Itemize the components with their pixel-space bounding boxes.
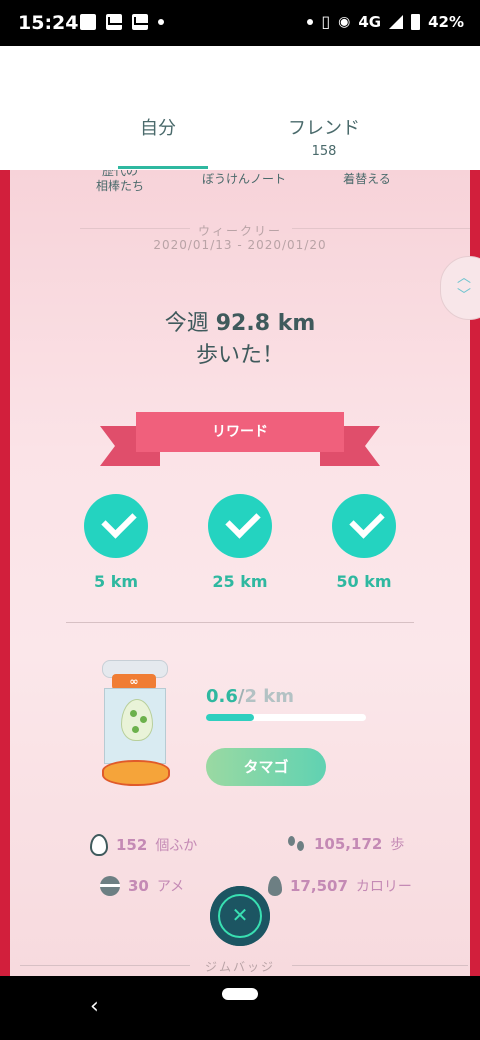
hatched-unit: 個ふか [155, 838, 198, 854]
back-icon[interactable]: ‹ [90, 994, 99, 1019]
headline-prefix: 今週 [164, 311, 209, 336]
profile-header: 自分 フレンド 158 [0, 46, 480, 170]
milestone-distance: 25 km [212, 572, 268, 591]
system-icons: ▯ ◉ 4G 42% [307, 12, 464, 31]
steps-count: 105,172 [314, 835, 383, 853]
calories-unit: カロリー [355, 879, 412, 895]
weekly-distance: 92.8 km [215, 311, 316, 336]
navigation-bar: ‹ [0, 976, 480, 1040]
image-icon [80, 14, 96, 30]
incubator-base [102, 760, 170, 786]
candy-count: 30 [128, 877, 149, 895]
footprints-icon [286, 834, 306, 854]
home-pill-icon[interactable] [222, 988, 258, 1000]
vibrate-icon: ▯ [321, 12, 331, 31]
weekly-headline: 今週 92.8 km 歩いた！ [10, 308, 470, 372]
mail-icon [132, 14, 148, 30]
gym-badges-label: ジムバッジ [204, 960, 275, 974]
candy-icon [100, 876, 120, 896]
more-notifications-icon [158, 19, 164, 25]
egg-walked: 0.6 [206, 686, 238, 707]
weekly-label: ウィークリー [197, 224, 282, 238]
reward-milestone[interactable]: 50 km [324, 494, 404, 591]
egg-goal: 2 km [244, 686, 294, 707]
close-icon: ✕ [218, 894, 262, 938]
hatched-count: 152 [116, 836, 148, 854]
notification-icons [80, 14, 164, 30]
stat-hatched: 152 個ふか [90, 834, 197, 856]
mail-icon [106, 14, 122, 30]
status-time: 15:24 [18, 12, 79, 34]
battery-icon [411, 13, 421, 30]
egg-progress-fill [206, 714, 254, 721]
milestone-distance: 50 km [336, 572, 392, 591]
calories-count: 17,507 [290, 877, 348, 895]
reward-milestone[interactable]: 25 km [200, 494, 280, 591]
journal-link[interactable]: ぼうけんノート [194, 172, 294, 187]
incubator-icon[interactable]: ∞ [102, 660, 170, 786]
tab-friends[interactable]: フレンド 158 [272, 114, 376, 159]
stat-candy: 30 アメ [100, 876, 184, 896]
status-bar: 15:24 ▯ ◉ 4G 42% [0, 0, 480, 46]
dot-icon [307, 18, 314, 25]
chevron-down-icon: ﹀ [457, 288, 471, 304]
check-icon [332, 494, 396, 558]
reward-milestone[interactable]: 5 km [76, 494, 156, 591]
weekly-date-range: 2020/01/13 - 2020/01/20 [153, 238, 327, 252]
buddy-history-link[interactable]: 歴代の 相棒たち [90, 170, 150, 194]
battery-percent: 42% [428, 12, 464, 31]
network-type: 4G [358, 12, 382, 31]
reward-ribbon: リワード [100, 412, 380, 468]
signal-icon [389, 14, 404, 29]
egg-progress-text: 0.6/2 km [206, 686, 294, 707]
check-icon [84, 494, 148, 558]
egg-button[interactable]: タマゴ [206, 748, 326, 786]
tab-friends-label: フレンド [288, 118, 360, 139]
chevron-up-icon: ︿ [457, 270, 471, 286]
location-icon: ◉ [338, 13, 351, 30]
egg-outline-icon [90, 834, 108, 856]
tab-self-label: 自分 [140, 118, 176, 139]
candy-unit: アメ [156, 879, 185, 895]
headline-suffix: 歩いた！ [195, 343, 284, 368]
customize-link[interactable]: 着替える [332, 172, 402, 187]
stat-steps: 105,172 歩 [286, 834, 404, 854]
flame-icon [268, 876, 282, 896]
tab-self[interactable]: 自分 [118, 114, 198, 140]
close-button[interactable]: ✕ [210, 886, 270, 946]
stat-calories: 17,507 カロリー [268, 876, 412, 896]
egg-progress-bar [206, 714, 366, 721]
reward-label: リワード [136, 412, 344, 452]
incubator-glass [104, 688, 166, 764]
quick-links: 歴代の 相棒たち ぼうけんノート 着替える [10, 170, 470, 202]
steps-unit: 歩 [390, 837, 405, 853]
check-icon [208, 494, 272, 558]
friend-count: 158 [311, 144, 337, 159]
active-tab-indicator [118, 166, 208, 169]
milestone-distance: 5 km [93, 572, 138, 591]
egg-icon [121, 699, 153, 741]
divider [66, 622, 414, 623]
weekly-summary-panel: 歴代の 相棒たち ぼうけんノート 着替える ウィークリー 2020/01/13 … [10, 170, 470, 976]
